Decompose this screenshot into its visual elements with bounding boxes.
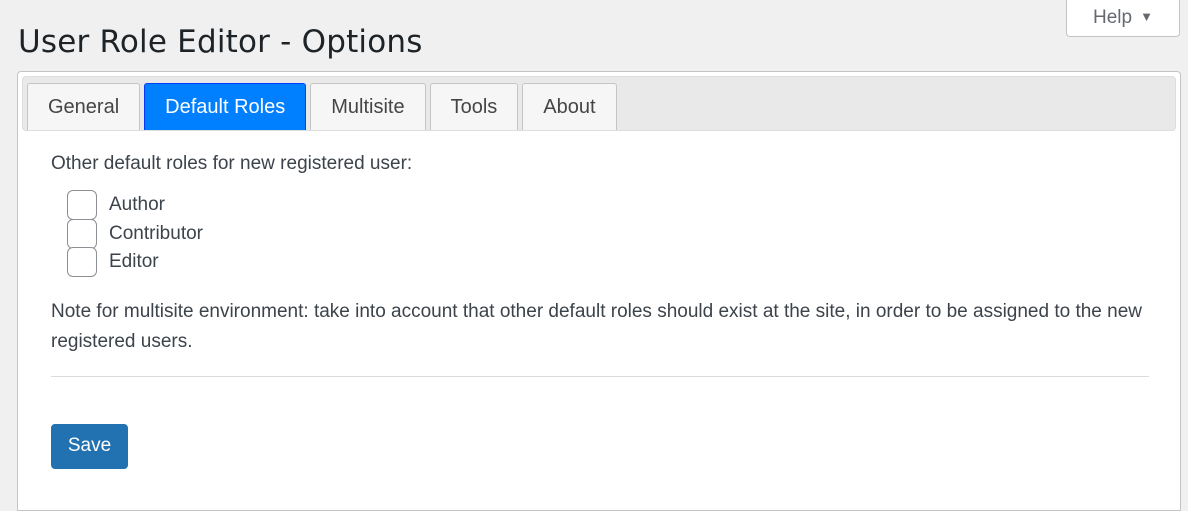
tab-default-roles[interactable]: Default Roles: [144, 83, 307, 130]
page-title: User Role Editor - Options: [18, 24, 423, 60]
multisite-note: Note for multisite environment: take int…: [51, 300, 1143, 352]
caret-down-icon: ▼: [1140, 8, 1153, 24]
default-roles-intro: Other default roles for new registered u…: [51, 153, 413, 174]
tab-multisite[interactable]: Multisite: [310, 83, 426, 130]
editor-checkbox[interactable]: [67, 247, 97, 278]
save-button[interactable]: Save: [51, 423, 128, 469]
contributor-checkbox[interactable]: [67, 218, 97, 249]
role-list: Author Contributor Editor: [67, 190, 1147, 278]
default-roles-content: Other default roles for new registered u…: [22, 131, 1176, 469]
role-row-author: Author: [67, 190, 1147, 221]
options-panel: General Default Roles Multisite Tools Ab…: [17, 71, 1181, 511]
help-label: Help: [1093, 7, 1133, 28]
author-checkbox[interactable]: [67, 190, 97, 221]
editor-label[interactable]: Editor: [109, 251, 159, 273]
tab-about[interactable]: About: [522, 83, 617, 130]
tab-general[interactable]: General: [27, 83, 141, 130]
tab-tools[interactable]: Tools: [429, 83, 519, 130]
help-tab-button[interactable]: Help ▼: [1066, 0, 1180, 37]
contributor-label[interactable]: Contributor: [109, 223, 203, 245]
divider: [51, 375, 1149, 377]
role-row-editor: Editor: [67, 247, 1147, 278]
author-label[interactable]: Author: [109, 194, 165, 216]
role-row-contributor: Contributor: [67, 218, 1147, 249]
tab-bar: General Default Roles Multisite Tools Ab…: [22, 76, 1176, 131]
